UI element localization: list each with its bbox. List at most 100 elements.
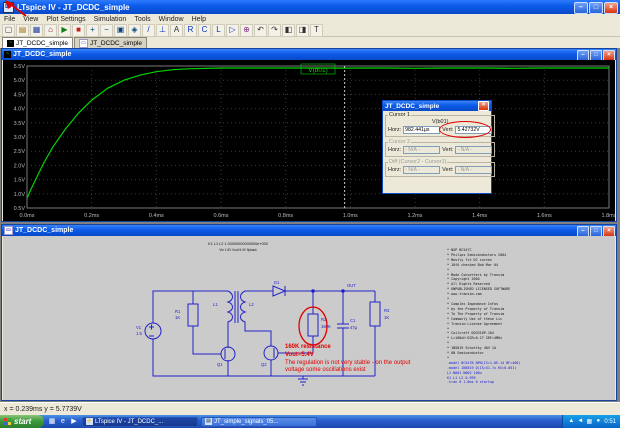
y-tick-label: 5.0V bbox=[14, 78, 26, 84]
status-coordinates: x = 0.239ms y = 5.7739V bbox=[4, 406, 82, 413]
start-label: start bbox=[14, 417, 31, 426]
schematic-canvas[interactable]: K1 L1 L2 1.00000000000000e+000 Vin 1.5V … bbox=[3, 236, 615, 400]
save-icon[interactable]: ▦ bbox=[30, 24, 43, 37]
y-tick-label: 2.0V bbox=[14, 163, 26, 169]
mdi-area: ~ JT_DCDC_simple – □ × 0.0ms0.2ms0.4ms0.… bbox=[0, 48, 620, 402]
annotation-ellipse-vert-value bbox=[439, 121, 491, 138]
cursor-dialog-titlebar[interactable]: JT_DCDC_simple × bbox=[383, 101, 491, 111]
waveform-canvas[interactable]: 0.0ms0.2ms0.4ms0.6ms0.8ms1.0ms1.2ms1.4ms… bbox=[3, 60, 615, 221]
x-tick-label: 0.4ms bbox=[149, 213, 164, 219]
media-player-icon[interactable]: ▶ bbox=[69, 417, 79, 427]
open-icon[interactable]: ▤ bbox=[16, 24, 29, 37]
diff-vert-field[interactable] bbox=[455, 166, 492, 174]
new-schematic-icon[interactable]: ▢ bbox=[2, 24, 15, 37]
task-label: JT_simple_signals_05... bbox=[214, 419, 278, 425]
y-tick-label: 1.0V bbox=[14, 192, 26, 198]
annotation-arrow bbox=[4, 0, 30, 18]
x-tick-label: 1.8ms bbox=[602, 213, 615, 219]
diff-horz-field[interactable] bbox=[403, 166, 440, 174]
pan-icon[interactable]: ◈ bbox=[128, 24, 141, 37]
tab-waveform[interactable]: ~JT_DCDC_simple bbox=[2, 37, 73, 48]
cursor1-horz-field[interactable] bbox=[403, 126, 440, 134]
x-tick-label: 0.2ms bbox=[84, 213, 99, 219]
trace-label[interactable]: V(b01) bbox=[308, 67, 328, 74]
y-tick-label: 4.0V bbox=[14, 107, 26, 113]
run-icon[interactable]: ▶ bbox=[58, 24, 71, 37]
menu-plot-settings[interactable]: Plot Settings bbox=[42, 16, 89, 23]
diff-vert-label: Vert: bbox=[442, 167, 453, 173]
update-icon[interactable]: ▲ bbox=[567, 418, 575, 425]
component-icon[interactable]: ⊕ bbox=[240, 24, 253, 37]
label-r3: R3 bbox=[384, 308, 390, 313]
cursor2-vert-field[interactable] bbox=[455, 146, 492, 154]
cursor2-horz-field[interactable] bbox=[403, 146, 440, 154]
x-tick-label: 1.0ms bbox=[343, 213, 358, 219]
schematic-window-titlebar[interactable]: ▭ JT_DCDC_simple – □ × bbox=[2, 225, 616, 236]
tab-bar: ~JT_DCDC_simple▭JT_DCDC_simple bbox=[0, 37, 620, 48]
menu-window[interactable]: Window bbox=[155, 16, 188, 23]
zoom-in-icon[interactable]: + bbox=[86, 24, 99, 37]
antivirus-icon[interactable]: ● bbox=[594, 418, 602, 425]
cursor2-horz-label: Horz: bbox=[388, 147, 401, 153]
volume-icon[interactable]: ◄ bbox=[576, 418, 584, 425]
text-icon[interactable]: T bbox=[310, 24, 323, 37]
network-icon[interactable]: ▦ bbox=[585, 418, 593, 425]
cursor-dialog[interactable]: JT_DCDC_simple × Cursor 1 V(b01) Horz: V… bbox=[382, 100, 492, 194]
label-r3-value: 1K bbox=[384, 315, 389, 320]
zoom-full-icon[interactable]: ▣ bbox=[114, 24, 127, 37]
label-c1: C1 bbox=[350, 318, 356, 323]
label-q2: Q2 bbox=[261, 362, 267, 367]
maximize-button[interactable]: □ bbox=[589, 2, 603, 14]
x-tick-label: 1.6ms bbox=[537, 213, 552, 219]
internet-explorer-icon[interactable]: e bbox=[58, 417, 68, 427]
resistor-icon[interactable]: R bbox=[184, 24, 197, 37]
diff-label: Diff (Cursor2 - Cursor1) bbox=[388, 159, 447, 165]
schematic-header-2: Vin 1.5V Vout 5.4V flyback bbox=[219, 248, 257, 252]
minimize-button[interactable]: – bbox=[574, 2, 588, 14]
label-l1: L1 bbox=[213, 302, 218, 307]
label-v1-value: 1.5 bbox=[136, 331, 142, 336]
label-r2-value: 160K bbox=[321, 324, 331, 329]
plot-border bbox=[27, 66, 609, 208]
control-panel-icon[interactable]: ⌂ bbox=[44, 24, 57, 37]
tab-label: JT_DCDC_simple bbox=[16, 40, 68, 47]
undo-icon[interactable]: ↶ bbox=[254, 24, 267, 37]
rotate-icon[interactable]: ◧ bbox=[282, 24, 295, 37]
inductor-icon[interactable]: L bbox=[212, 24, 225, 37]
menu-help[interactable]: Help bbox=[188, 16, 210, 23]
y-tick-label: 1.5V bbox=[14, 178, 26, 184]
annotation-text: 160K resistance Vout=5.4V The regulation… bbox=[285, 344, 411, 373]
x-tick-label: 0.6ms bbox=[214, 213, 229, 219]
close-button[interactable]: × bbox=[604, 2, 618, 14]
halt-icon[interactable]: ■ bbox=[72, 24, 85, 37]
tab-schematic[interactable]: ▭JT_DCDC_simple bbox=[74, 37, 147, 48]
label-out: OUT bbox=[347, 283, 356, 288]
label-v1: V1 bbox=[136, 325, 142, 330]
redo-icon[interactable]: ↷ bbox=[268, 24, 281, 37]
label-q1: Q1 bbox=[217, 362, 223, 367]
x-tick-label: 1.2ms bbox=[408, 213, 423, 219]
cursor-dialog-close-button[interactable]: × bbox=[478, 101, 489, 111]
mirror-icon[interactable]: ◨ bbox=[296, 24, 309, 37]
x-tick-label: 0.8ms bbox=[278, 213, 293, 219]
wire-icon[interactable]: / bbox=[142, 24, 155, 37]
annotation-line-4: voltage some oscillations exist bbox=[285, 367, 366, 373]
waveform-window-titlebar[interactable]: ~ JT_DCDC_simple – □ × bbox=[2, 49, 616, 60]
start-button[interactable]: start bbox=[0, 415, 44, 428]
diff-horz-label: Horz: bbox=[388, 167, 401, 173]
taskbar-task-1[interactable]: ⚡LTspice IV - JT_DCDC_... bbox=[82, 417, 198, 427]
show-desktop-icon[interactable]: ▦ bbox=[47, 417, 57, 427]
x-tick-label: 1.4ms bbox=[472, 213, 487, 219]
zoom-out-icon[interactable]: − bbox=[100, 24, 113, 37]
task-label: LTspice IV - JT_DCDC_... bbox=[95, 419, 163, 425]
ground-icon[interactable]: ⊥ bbox=[156, 24, 169, 37]
waveform-plot[interactable]: 0.0ms0.2ms0.4ms0.6ms0.8ms1.0ms1.2ms1.4ms… bbox=[3, 60, 615, 221]
label-net-icon[interactable]: A bbox=[170, 24, 183, 37]
taskbar-task-2[interactable]: ▤JT_simple_signals_05... bbox=[201, 417, 317, 427]
menu-tools[interactable]: Tools bbox=[130, 16, 154, 23]
menu-simulation[interactable]: Simulation bbox=[90, 16, 131, 23]
diode-icon[interactable]: ▷ bbox=[226, 24, 239, 37]
label-c1-value: 47µ bbox=[350, 325, 358, 330]
task-icon: ▤ bbox=[205, 418, 212, 425]
capacitor-icon[interactable]: C bbox=[198, 24, 211, 37]
